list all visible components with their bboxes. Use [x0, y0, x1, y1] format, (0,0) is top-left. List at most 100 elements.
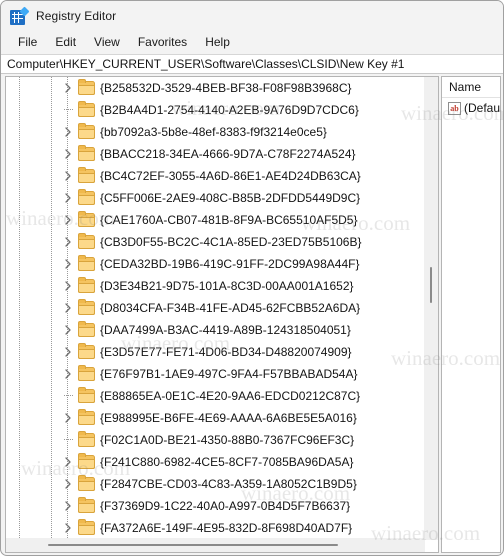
tree-row-label: {F02C1A0D-BE21-4350-88B0-7367FC96EF3C} — [100, 433, 355, 447]
tree-row[interactable]: {CAE1760A-CB07-481B-8F9A-BC65510AF5D5} — [6, 209, 425, 231]
folder-icon — [78, 453, 95, 469]
tree-row[interactable]: {E3D57E77-FE71-4D06-BD34-D48820074909} — [6, 341, 425, 363]
registry-tree[interactable]: {B258532D-3529-4BEB-BF38-F08F98B3968C} {B… — [6, 77, 425, 540]
tree-row[interactable]: {E988995E-B6FE-4E69-AAAA-6A6BE5E5A016} — [6, 407, 425, 429]
tree-row[interactable]: {E88865EA-0E1C-4E20-9AA6-EDCD0212C87C} — [6, 385, 425, 407]
tree-row-label: {E76F97B1-1AE9-497C-9FA4-F57BBABAD54A} — [100, 367, 358, 381]
chevron-right-icon[interactable] — [62, 280, 74, 292]
chevron-right-icon[interactable] — [62, 170, 74, 182]
tree-vertical-scroll-thumb[interactable] — [430, 267, 432, 303]
folder-icon — [78, 145, 95, 161]
tree-row[interactable]: {BC4C72EF-3055-4A6D-86E1-AE4D24DB63CA} — [6, 165, 425, 187]
string-value-icon: ab — [448, 101, 461, 115]
tree-row[interactable]: {FA372A6E-149F-4E95-832D-8F698D40AD7F} — [6, 517, 425, 539]
tree-row[interactable]: {CB3D0F55-BC2C-4C1A-85ED-23ED75B5106B} — [6, 231, 425, 253]
tree-row-label: {BC4C72EF-3055-4A6D-86E1-AE4D24DB63CA} — [100, 169, 361, 183]
menu-bar: File Edit View Favorites Help — [1, 31, 503, 54]
chevron-right-icon[interactable] — [62, 456, 74, 468]
folder-icon — [78, 343, 95, 359]
menu-view[interactable]: View — [85, 33, 129, 52]
chevron-right-icon[interactable] — [62, 148, 74, 160]
tree-connector-line — [64, 439, 73, 440]
folder-icon — [78, 299, 95, 315]
tree-row-label: {bb7092a3-5b8e-48ef-8383-f9f3214e0ce5} — [100, 125, 327, 139]
tree-row-label: {E3D57E77-FE71-4D06-BD34-D48820074909} — [100, 345, 352, 359]
values-column-header[interactable]: Name — [442, 77, 500, 98]
registry-tree-pane: {B258532D-3529-4BEB-BF38-F08F98B3968C} {B… — [5, 76, 438, 553]
folder-icon — [78, 365, 95, 381]
folder-icon — [78, 497, 95, 513]
folder-icon — [78, 233, 95, 249]
chevron-right-icon[interactable] — [62, 346, 74, 358]
tree-horizontal-scroll-thumb[interactable] — [48, 544, 338, 546]
value-row[interactable]: ab (Defau — [442, 98, 500, 118]
chevron-right-icon[interactable] — [62, 522, 74, 534]
chevron-right-icon[interactable] — [62, 82, 74, 94]
folder-icon — [78, 189, 95, 205]
address-bar[interactable]: Computer\HKEY_CURRENT_USER\Software\Clas… — [1, 54, 503, 74]
folder-icon — [78, 101, 95, 117]
tree-row-label: {E88865EA-0E1C-4E20-9AA6-EDCD0212C87C} — [100, 389, 361, 403]
folder-icon — [78, 431, 95, 447]
tree-row[interactable]: {E76F97B1-1AE9-497C-9FA4-F57BBABAD54A} — [6, 363, 425, 385]
tree-horizontal-scrollbar[interactable] — [6, 538, 425, 552]
chevron-right-icon[interactable] — [62, 302, 74, 314]
tree-row[interactable]: {F37369D9-1C22-40A0-A997-0B4D5F7B6637} — [6, 495, 425, 517]
registry-editor-icon — [10, 6, 30, 25]
folder-icon — [78, 255, 95, 271]
chevron-right-icon[interactable] — [62, 368, 74, 380]
chevron-right-icon[interactable] — [62, 324, 74, 336]
tree-row-label: {D8034CFA-F34B-41FE-AD45-62FCBB52A6DA} — [100, 301, 361, 315]
tree-row-label: {C5FF006E-2AE9-408C-B85B-2DFDD5449D9C} — [100, 191, 361, 205]
registry-values-pane: Name ab (Defau — [442, 76, 501, 553]
tree-row[interactable]: {DAA7499A-B3AC-4419-A89B-124318504051} — [6, 319, 425, 341]
value-name: (Defau — [464, 101, 501, 115]
column-header-name: Name — [449, 80, 482, 94]
folder-icon — [78, 79, 95, 95]
chevron-right-icon[interactable] — [62, 126, 74, 138]
menu-favorites[interactable]: Favorites — [129, 33, 196, 52]
tree-row-label: {F37369D9-1C22-40A0-A997-0B4D5F7B6637} — [100, 499, 351, 513]
folder-icon — [78, 321, 95, 337]
menu-file[interactable]: File — [9, 33, 46, 52]
menu-help[interactable]: Help — [196, 33, 239, 52]
tree-row-label: {BBACC218-34EA-4666-9D7A-C78F2274A524} — [100, 147, 356, 161]
chevron-right-icon[interactable] — [62, 214, 74, 226]
tree-row[interactable]: {F2847CBE-CD03-4C83-A359-1A8052C1B9D5} — [6, 473, 425, 495]
tree-row[interactable]: {bb7092a3-5b8e-48ef-8383-f9f3214e0ce5} — [6, 121, 425, 143]
folder-icon — [78, 387, 95, 403]
folder-icon — [78, 277, 95, 293]
chevron-right-icon[interactable] — [62, 412, 74, 424]
tree-row[interactable]: {D3E34B21-9D75-101A-8C3D-00AA001A1652} — [6, 275, 425, 297]
tree-row[interactable]: {B258532D-3529-4BEB-BF38-F08F98B3968C} — [6, 77, 425, 99]
folder-icon — [78, 409, 95, 425]
tree-row-label: {B2B4A4D1-2754-4140-A2EB-9A76D9D7CDC6} — [100, 103, 359, 117]
registry-editor-window: Registry Editor File Edit View Favorites… — [0, 0, 504, 556]
tree-vertical-scrollbar[interactable] — [424, 77, 438, 540]
menu-edit[interactable]: Edit — [46, 33, 85, 52]
folder-icon — [78, 475, 95, 491]
title-bar: Registry Editor — [1, 1, 503, 31]
tree-row-label: {F241C880-6982-4CE5-8CF7-7085BA96DA5A} — [100, 455, 354, 469]
window-title: Registry Editor — [36, 9, 117, 23]
folder-icon — [78, 519, 95, 535]
tree-row[interactable]: {B2B4A4D1-2754-4140-A2EB-9A76D9D7CDC6} — [6, 99, 425, 121]
chevron-right-icon[interactable] — [62, 258, 74, 270]
chevron-right-icon[interactable] — [62, 236, 74, 248]
tree-row-label: {CEDA32BD-19B6-419C-91FF-2DC99A98A44F} — [100, 257, 360, 271]
tree-row[interactable]: {F02C1A0D-BE21-4350-88B0-7367FC96EF3C} — [6, 429, 425, 451]
chevron-right-icon[interactable] — [62, 500, 74, 512]
tree-row-label: {D3E34B21-9D75-101A-8C3D-00AA001A1652} — [100, 279, 354, 293]
tree-row-label: {CB3D0F55-BC2C-4C1A-85ED-23ED75B5106B} — [100, 235, 362, 249]
tree-row[interactable]: {CEDA32BD-19B6-419C-91FF-2DC99A98A44F} — [6, 253, 425, 275]
tree-row[interactable]: {BBACC218-34EA-4666-9D7A-C78F2274A524} — [6, 143, 425, 165]
chevron-right-icon[interactable] — [62, 478, 74, 490]
tree-row-label: {B258532D-3529-4BEB-BF38-F08F98B3968C} — [100, 81, 352, 95]
tree-row[interactable]: {D8034CFA-F34B-41FE-AD45-62FCBB52A6DA} — [6, 297, 425, 319]
tree-row[interactable]: {C5FF006E-2AE9-408C-B85B-2DFDD5449D9C} — [6, 187, 425, 209]
tree-row[interactable]: {F241C880-6982-4CE5-8CF7-7085BA96DA5A} — [6, 451, 425, 473]
folder-icon — [78, 167, 95, 183]
chevron-right-icon[interactable] — [62, 192, 74, 204]
folder-icon — [78, 211, 95, 227]
folder-icon — [78, 123, 95, 139]
